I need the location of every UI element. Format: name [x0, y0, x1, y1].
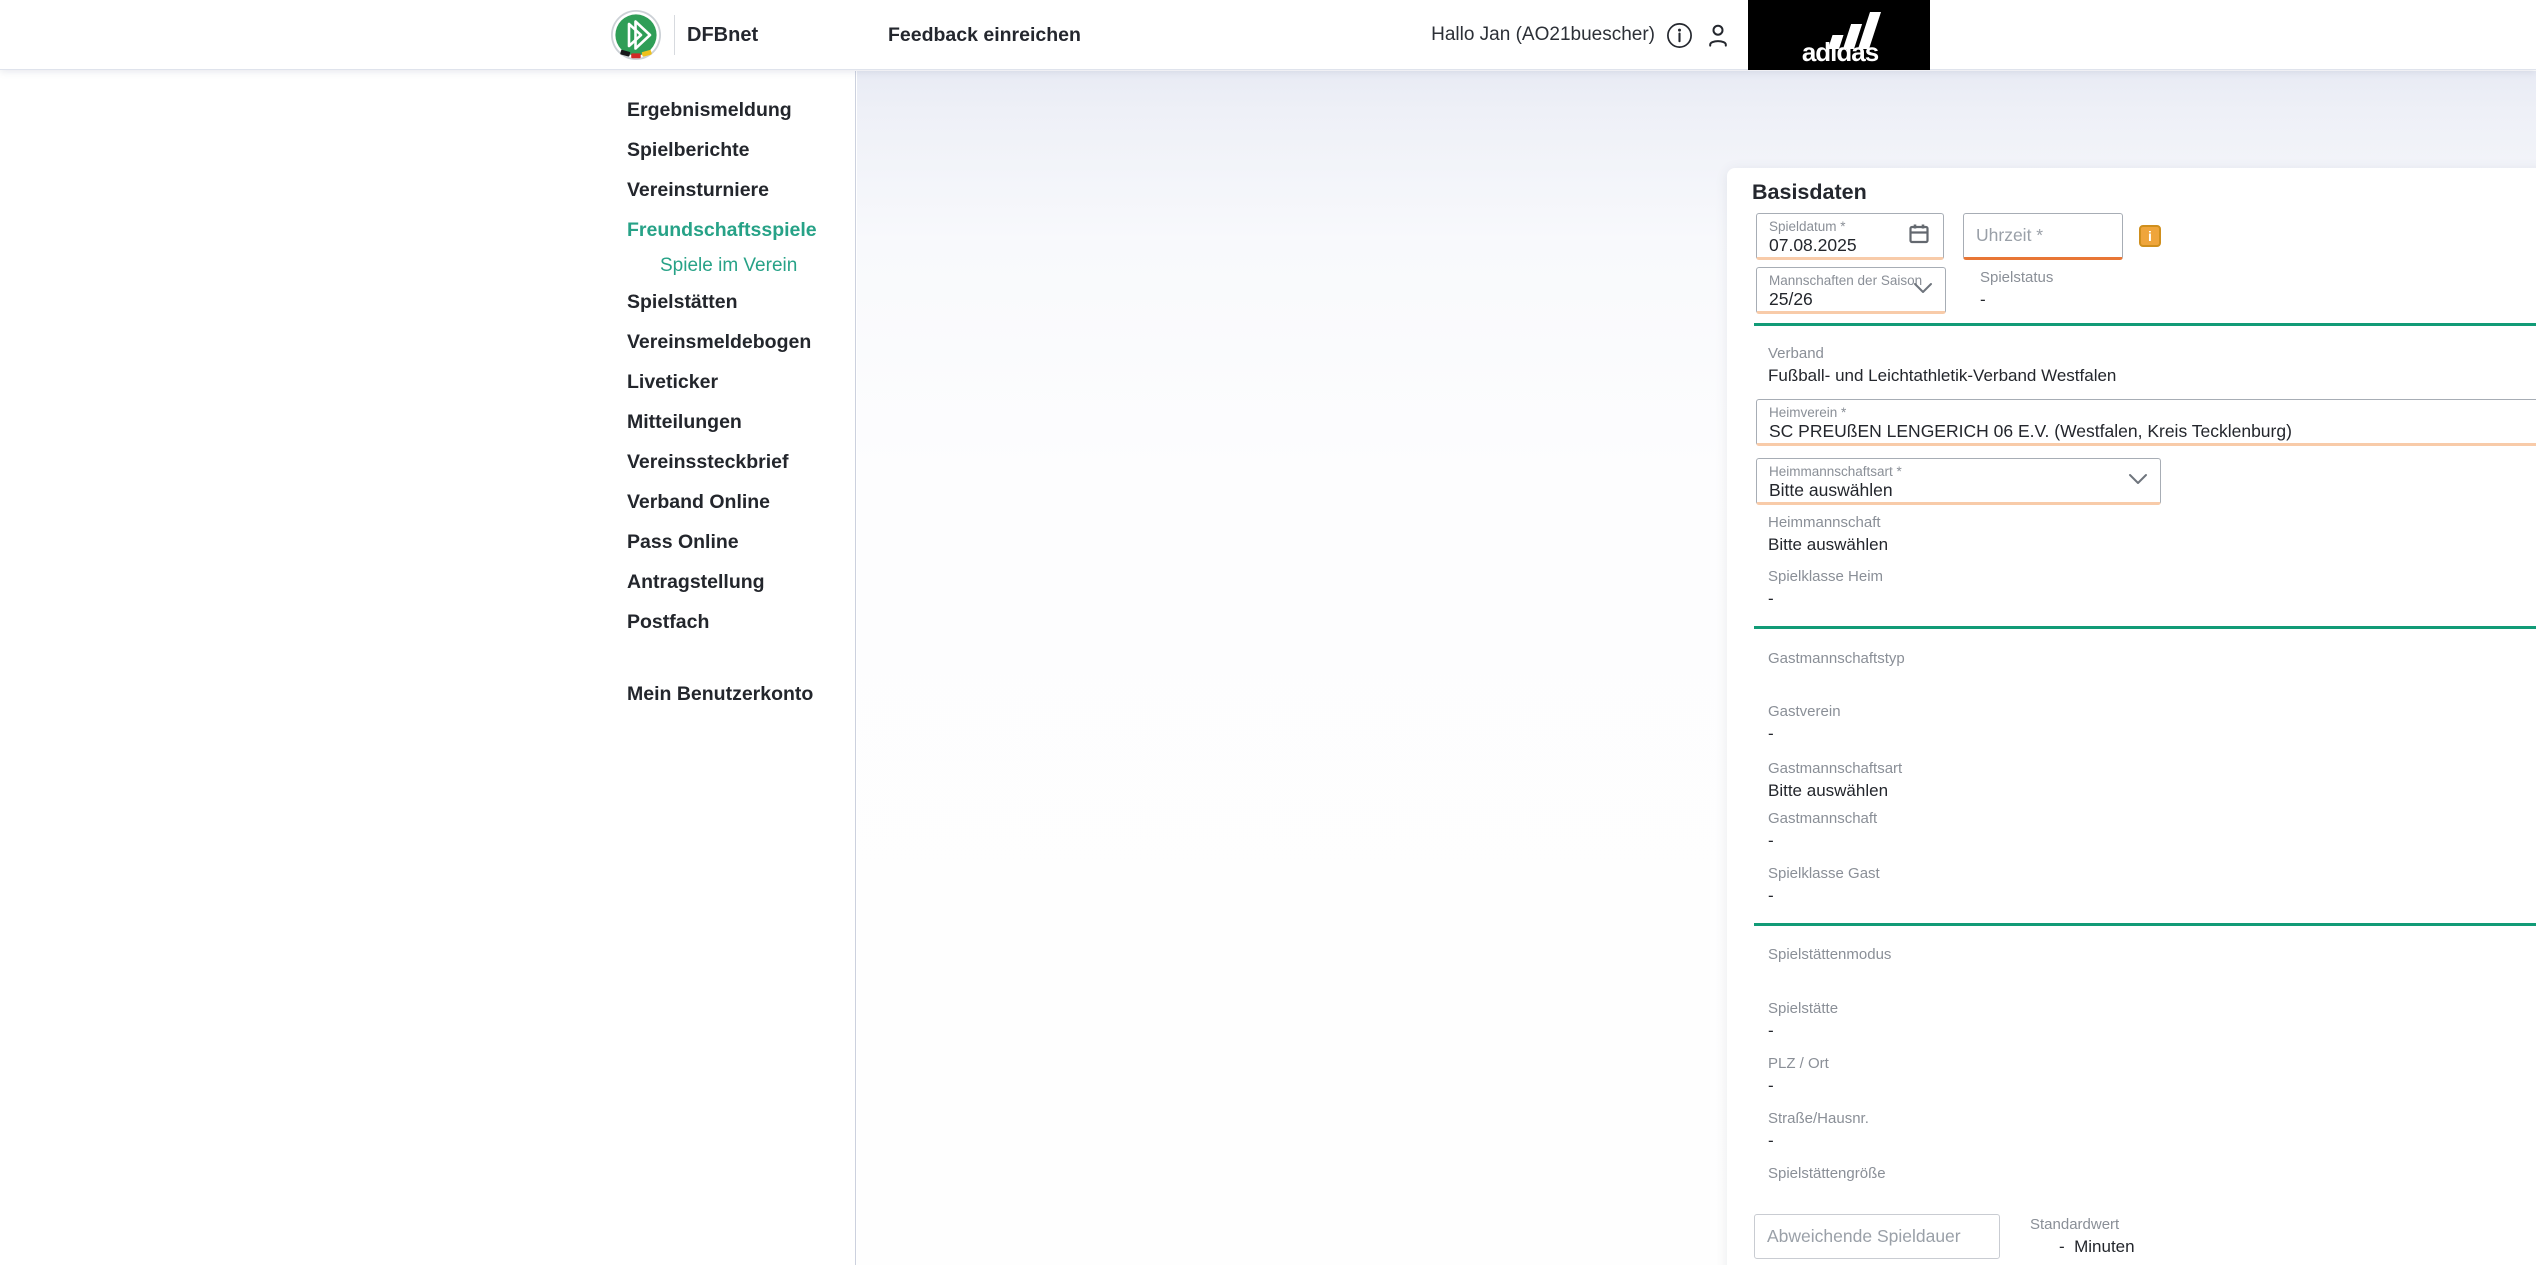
plz-ort-display: PLZ / Ort - [1768, 1055, 1829, 1095]
heimverein-value: SC PREUßEN LENGERICH 06 E.V. (Westfalen,… [1769, 421, 2292, 441]
chevron-down-icon[interactable] [1913, 281, 1933, 299]
time-warning-icon[interactable]: i [2139, 225, 2161, 247]
uhrzeit-input[interactable] [1964, 214, 2122, 257]
basisdaten-card: Basisdaten Spieldatum * 07.08.2025 i [1727, 168, 2536, 1265]
gastmannschaft-display: Gastmannschaft - [1768, 810, 1878, 850]
verband-display: Verband Fußball- und Leichtathletik-Verb… [1768, 345, 2117, 385]
spieldauer-standard-display: Standardwert - Minuten [2030, 1216, 2135, 1256]
sidebar-item-freundschaftsspiele[interactable]: Freundschaftsspiele [0, 210, 855, 250]
info-icon[interactable] [1666, 22, 1693, 54]
app-header: DFBnet Feedback einreichen Hallo Jan (AO… [0, 0, 2536, 70]
brand-name: DFBnet [687, 24, 759, 46]
content-area: Basisdaten Spieldatum * 07.08.2025 i [857, 71, 2536, 1265]
sidebar-item-vereinsturniere[interactable]: Vereinsturniere [0, 170, 855, 210]
adidas-wordmark: adidas [1802, 37, 1879, 67]
sidebar-item-liveticker[interactable]: Liveticker [0, 362, 855, 402]
user-account-icon[interactable] [1704, 22, 1732, 54]
spielstaette-display: Spielstätte - [1768, 1000, 1839, 1040]
sidebar-item-spielstaetten[interactable]: Spielstätten [0, 282, 855, 322]
sidebar-item-ergebnismeldung[interactable]: Ergebnismeldung [0, 90, 855, 130]
sidebar-item-pass-online[interactable]: Pass Online [0, 522, 855, 562]
adidas-logo: adidas [1748, 0, 1930, 70]
heimmannschaft-display: Heimmannschaft Bitte auswählen [1768, 514, 1889, 554]
gastverein-display: Gastverein - [1768, 703, 1841, 743]
sidebar-item-vereinsmeldebogen[interactable]: Vereinsmeldebogen [0, 322, 855, 362]
spielstaettenmodus-display: Spielstättenmodus [1768, 946, 1892, 963]
sidebar-item-mitteilungen[interactable]: Mitteilungen [0, 402, 855, 442]
spielklasse-heim-display: Spielklasse Heim - [1768, 568, 1884, 608]
heimverein-field[interactable]: Heimverein * SC PREUßEN LENGERICH 06 E.V… [1756, 399, 2536, 446]
saison-field[interactable]: Mannschaften der Saison 25/26 [1756, 267, 1946, 314]
strasse-hausnr-display: Straße/Hausnr. - [1768, 1110, 1869, 1150]
abweichende-spieldauer-input[interactable] [1754, 1214, 2000, 1259]
uhrzeit-field[interactable] [1963, 213, 2123, 260]
spieldatum-field[interactable]: Spieldatum * 07.08.2025 [1756, 213, 1944, 260]
chevron-down-icon[interactable] [2128, 472, 2148, 490]
spielstaettengroesse-display: Spielstättengröße [1768, 1165, 1886, 1182]
heimmannschaftsart-label: Heimmannschaftsart * [1769, 464, 1902, 479]
section-divider [1754, 323, 2536, 326]
calendar-icon[interactable] [1907, 221, 1931, 250]
sidebar-item-vereinssteckbrief[interactable]: Vereinssteckbrief [0, 442, 855, 482]
heimverein-label: Heimverein * [1769, 405, 1847, 420]
sidebar-item-antragstellung[interactable]: Antragstellung [0, 562, 855, 602]
heimmannschaftsart-field[interactable]: Heimmannschaftsart * Bitte auswählen [1756, 458, 2161, 505]
section-divider [1754, 626, 2536, 629]
page-title: Basisdaten [1752, 180, 1867, 204]
brand-divider [674, 15, 675, 55]
saison-value: 25/26 [1769, 289, 1813, 309]
sidebar-item-mein-benutzerkonto[interactable]: Mein Benutzerkonto [0, 674, 855, 714]
heimmannschaftsart-value: Bitte auswählen [1769, 480, 1893, 500]
spielklasse-gast-display: Spielklasse Gast - [1768, 865, 1880, 905]
saison-label: Mannschaften der Saison [1769, 273, 1923, 288]
dfb-logo [610, 9, 662, 66]
nav-feedback-link[interactable]: Feedback einreichen [888, 0, 1081, 70]
sidebar-item-spiele-im-verein[interactable]: Spiele im Verein [0, 250, 855, 282]
sidebar-item-verband-online[interactable]: Verband Online [0, 482, 855, 522]
sidebar-item-postfach[interactable]: Postfach [0, 602, 855, 642]
spielstatus-display: Spielstatus - [1980, 269, 2054, 309]
user-greeting: Hallo Jan (AO21buescher) [1431, 24, 1655, 45]
gastmannschaftstyp-display: Gastmannschaftstyp [1768, 650, 1905, 667]
app-root: DFBnet Feedback einreichen Hallo Jan (AO… [0, 0, 2536, 1265]
sidebar: Ergebnismeldung Spielberichte Vereinstur… [0, 71, 856, 1265]
gastmannschaftsart-display: Gastmannschaftsart Bitte auswählen [1768, 760, 1903, 800]
sidebar-item-spielberichte[interactable]: Spielberichte [0, 130, 855, 170]
section-divider [1754, 923, 2536, 926]
